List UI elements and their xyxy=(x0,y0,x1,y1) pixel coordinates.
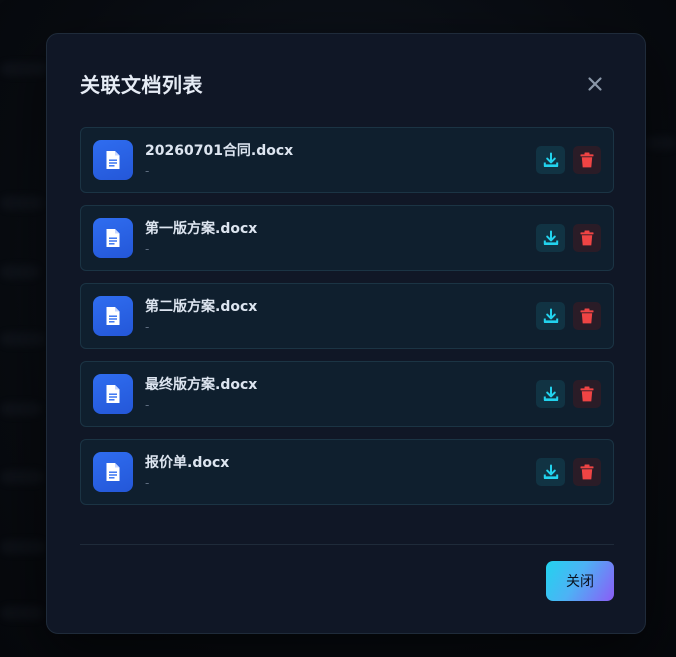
footer-divider xyxy=(80,544,614,545)
document-item: 第二版方案.docx - xyxy=(80,283,614,349)
document-item: 第一版方案.docx - xyxy=(80,205,614,271)
download-icon xyxy=(543,386,558,401)
download-button[interactable] xyxy=(536,302,565,330)
document-name: 20260701合同.docx xyxy=(145,143,294,159)
document-name: 最终版方案.docx xyxy=(145,377,258,393)
download-icon xyxy=(543,230,558,245)
document-meta: - xyxy=(145,242,150,256)
document-icon xyxy=(93,296,133,336)
document-meta: - xyxy=(145,476,150,490)
document-meta: - xyxy=(145,320,150,334)
document-icon xyxy=(93,140,133,180)
download-button[interactable] xyxy=(536,380,565,408)
background-blur xyxy=(0,470,44,484)
document-name: 第一版方案.docx xyxy=(145,221,258,237)
background-blur xyxy=(0,606,44,620)
download-button[interactable] xyxy=(536,146,565,174)
background-blur xyxy=(0,332,46,346)
trash-icon xyxy=(580,464,594,480)
document-name: 第二版方案.docx xyxy=(145,299,258,315)
download-icon xyxy=(543,464,558,479)
trash-icon xyxy=(580,386,594,402)
close-button[interactable]: 关闭 xyxy=(546,561,614,601)
trash-icon xyxy=(580,308,594,324)
trash-icon xyxy=(580,152,594,168)
document-list: 20260701合同.docx - 第一版方案.docx - 第二版方案.doc… xyxy=(80,127,614,517)
download-button[interactable] xyxy=(536,224,565,252)
dialog-title: 关联文档列表 xyxy=(80,73,203,97)
document-meta: - xyxy=(145,164,150,178)
document-icon xyxy=(93,374,133,414)
document-icon xyxy=(93,218,133,258)
document-item: 20260701合同.docx - xyxy=(80,127,614,193)
trash-icon xyxy=(580,230,594,246)
background-blur xyxy=(0,62,48,76)
document-meta: - xyxy=(145,398,150,412)
document-name: 报价单.docx xyxy=(145,455,230,471)
delete-button[interactable] xyxy=(573,458,601,486)
delete-button[interactable] xyxy=(573,146,601,174)
close-icon[interactable] xyxy=(583,72,607,96)
delete-button[interactable] xyxy=(573,302,601,330)
related-documents-dialog: 关联文档列表 20260701合同.docx - 第一版方案.docx - 第二… xyxy=(46,33,646,634)
background-blur xyxy=(0,196,44,210)
download-icon xyxy=(543,308,558,323)
document-item: 最终版方案.docx - xyxy=(80,361,614,427)
download-button[interactable] xyxy=(536,458,565,486)
background-blur xyxy=(0,265,40,279)
delete-button[interactable] xyxy=(573,380,601,408)
document-item: 报价单.docx - xyxy=(80,439,614,505)
background-blur xyxy=(646,136,676,150)
download-icon xyxy=(543,152,558,167)
document-icon xyxy=(93,452,133,492)
delete-button[interactable] xyxy=(573,224,601,252)
background-blur xyxy=(0,540,46,554)
background-blur xyxy=(0,402,42,416)
